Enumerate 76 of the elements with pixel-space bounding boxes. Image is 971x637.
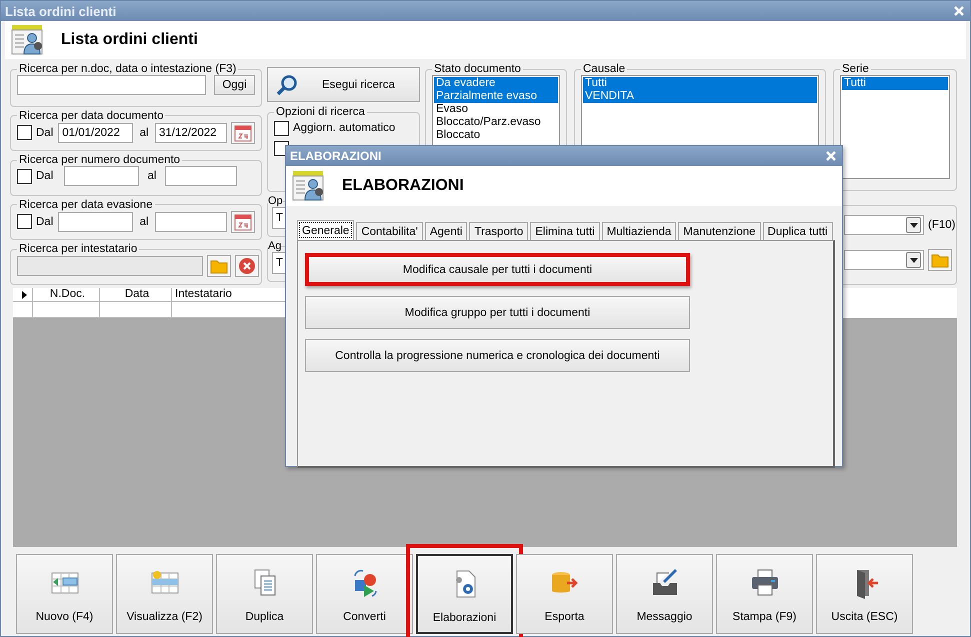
list-item[interactable]: Evaso [434,103,558,116]
toolbar-button[interactable]: Uscita (ESC) [816,554,913,634]
list-item[interactable]: Bloccato/Parz.evaso [434,116,558,129]
table-cell [33,302,100,318]
action-button[interactable]: Modifica gruppo per tutti i documenti [305,296,690,329]
group-label: Ricerca per n.doc, data o intestazione (F3) [18,63,238,75]
tab[interactable]: Multiazienda [602,222,676,240]
holder-field[interactable] [17,256,203,276]
group-label: Causale [582,63,626,75]
list-item[interactable]: Da evadere [434,77,558,90]
calendar-button[interactable] [231,122,255,144]
close-icon[interactable] [954,6,964,16]
to-field[interactable]: 31/12/2022 [155,122,227,143]
clipboard-person-icon [11,24,45,56]
tab[interactable]: Generale [297,220,354,240]
field-label: al [146,170,158,182]
tab[interactable]: Duplica tutti [762,222,833,240]
tab[interactable]: Trasporto [469,222,528,240]
window-title: Lista ordini clienti [5,4,116,18]
list-item[interactable]: Parzialmente evaso [434,90,558,103]
group-label: Ricerca per intestatario [18,243,138,256]
action-button[interactable]: Modifica causale per tutti i documenti [305,253,690,286]
toolbar-button[interactable]: Visualizza (F2) [116,554,213,634]
clear-button[interactable] [235,255,259,278]
to-field[interactable] [165,166,237,186]
group-label: Opzioni di ricerca [275,106,366,118]
checkbox-label: Dal [36,126,54,139]
toolbar-button[interactable]: Messaggio [616,554,713,634]
toolbar-button[interactable]: Nuovo (F4) [16,554,113,634]
checkbox[interactable] [17,168,32,184]
to-field[interactable] [155,212,227,232]
tab[interactable]: Manutenzione [678,222,761,240]
dialog-title: ELABORAZIONI [290,149,382,163]
list-item[interactable]: VENDITA [583,90,817,103]
search-icon [276,74,298,96]
page-title: Lista ordini clienti [61,31,198,49]
checkbox-label: Dal [36,216,54,228]
folder-button[interactable] [928,249,952,271]
clipboard-person-icon [292,170,326,202]
search-field[interactable] [17,75,206,95]
tab[interactable]: Agenti [424,222,468,240]
calendar-button[interactable] [231,210,255,233]
toolbar-button[interactable]: Esporta [516,554,613,634]
from-field[interactable]: 01/01/2022 [58,122,134,143]
dialog-heading: ELABORAZIONI [342,177,464,195]
tab[interactable]: Elimina tutti [530,222,600,240]
group-label: Ricerca per data evasione [18,198,154,211]
field-label: al [138,216,150,228]
group-label: Ricerca per numero documento [18,154,182,166]
checkbox-label: Dal [36,170,54,182]
toolbar-button[interactable]: Converti [316,554,413,634]
shortcut-label: (F10) [928,219,956,231]
close-icon[interactable] [826,151,836,161]
checkbox[interactable] [17,125,32,140]
list-item[interactable]: Bloccato [434,129,558,142]
group-label: Ricerca per data documento [18,110,164,122]
search-button[interactable]: Esegui ricerca [267,67,420,102]
group-label: Stato documento [433,63,522,75]
action-button[interactable]: Controlla la progressione numerica e cronologica dei documenti [305,339,690,372]
list-box[interactable]: Tutti [840,75,950,179]
group-label: Ag [268,240,282,252]
from-field[interactable] [58,212,134,232]
list-item[interactable]: Tutti [842,77,948,90]
toolbar-button[interactable]: Stampa (F9) [716,554,813,634]
group-label: Op [268,195,283,207]
from-field[interactable] [64,166,139,186]
checkbox[interactable] [274,120,289,136]
list-item[interactable]: Tutti [583,77,817,90]
group-label: Serie [841,63,870,75]
tab[interactable]: Contabilita' [356,222,423,240]
field-label: al [138,126,150,139]
today-button[interactable]: Oggi [214,75,255,95]
toolbar-button[interactable]: Duplica [216,554,313,634]
checkbox-label: Aggiorn. automatico [293,122,396,134]
checkbox[interactable] [17,214,32,230]
folder-button[interactable] [207,255,231,278]
